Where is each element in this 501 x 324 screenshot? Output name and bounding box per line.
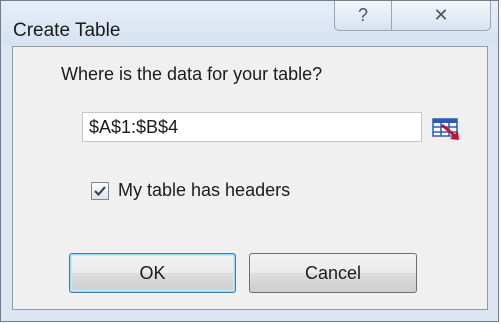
range-selector-button[interactable] [430, 113, 462, 143]
cancel-button[interactable]: Cancel [249, 253, 417, 293]
range-prompt-label: Where is the data for your table? [61, 64, 323, 84]
close-button[interactable]: ✕ [391, 1, 491, 31]
help-button[interactable]: ? [334, 1, 392, 31]
headers-checkbox-label: My table has headers [118, 180, 291, 200]
headers-checkbox-row[interactable]: My table has headers [91, 180, 290, 201]
title-bar: Create Table ? ✕ [1, 1, 498, 45]
create-table-dialog: Create Table ? ✕ Where is the data for y… [0, 0, 499, 322]
help-icon: ? [357, 5, 368, 25]
checkmark-icon [94, 185, 106, 196]
table-range-input[interactable] [82, 112, 422, 142]
headers-checkbox[interactable] [91, 181, 109, 200]
collapse-dialog-range-icon [432, 118, 459, 140]
close-icon: ✕ [433, 5, 449, 25]
dialog-title: Create Table [13, 20, 121, 41]
ok-button[interactable]: OK [69, 253, 236, 293]
dialog-content: Where is the data for your table? My tab… [12, 46, 488, 310]
